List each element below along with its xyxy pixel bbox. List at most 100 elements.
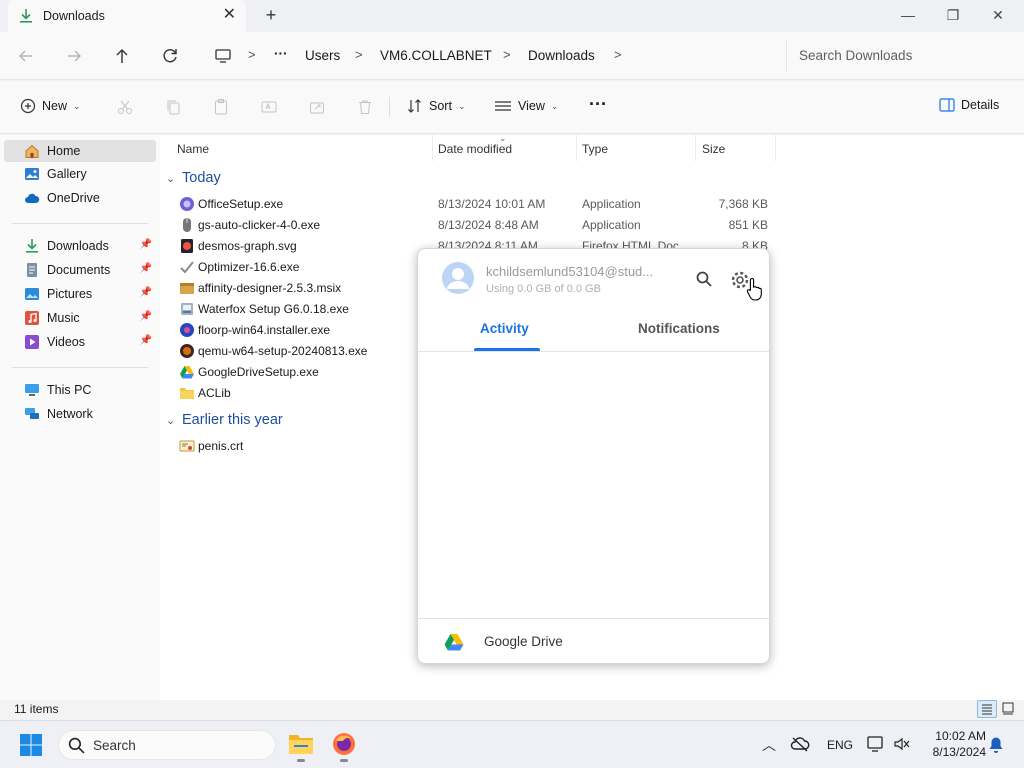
sidebar-item-label: Pictures [47,287,93,301]
view-button[interactable]: View ⌄ [494,98,558,114]
maximize-button[interactable]: ❐ [941,6,965,24]
new-button[interactable]: New ⌄ [20,98,81,114]
column-header-type[interactable]: Type [582,142,608,156]
breadcrumb-more[interactable]: ··· [274,46,288,61]
tab-close-button[interactable]: ✕ [223,7,236,23]
cloud-offline-icon[interactable] [790,736,810,752]
delete-icon[interactable] [356,98,374,116]
breadcrumb-users[interactable]: Users [305,48,340,63]
navigation-bar: > ··· Users > VM6.COLLABNET > Downloads … [0,32,1024,80]
network-status-icon[interactable] [866,735,886,753]
column-header-name[interactable]: Name [177,142,209,156]
column-divider [775,135,776,161]
monitor-icon [214,47,232,65]
minimize-button[interactable]: — [896,6,920,24]
search-input[interactable]: Search Downloads [786,40,1018,72]
see-more-button[interactable]: ··· [589,94,607,115]
notification-bell-icon[interactable] [988,736,1004,754]
file-name: penis.crt [198,439,244,453]
share-icon[interactable] [308,98,326,116]
storage-usage: Using 0.0 GB of 0.0 GB [486,283,601,295]
sidebar-item-home[interactable]: Home [4,140,156,162]
tab-downloads[interactable]: Downloads ✕ [8,0,246,32]
file-type: Application [582,197,641,211]
sidebar-item-gallery[interactable]: Gallery [4,163,156,185]
file-size: 851 KB [728,218,768,232]
sidebar-item-videos[interactable]: Videos 📌 [4,331,156,353]
gallery-icon [25,168,39,180]
clock[interactable]: 10:02 AM 8/13/2024 [922,728,986,760]
installer-icon [181,303,193,315]
column-header-size[interactable]: Size [702,142,725,156]
tab-activity[interactable]: Activity [480,321,529,336]
sidebar-item-this-pc[interactable]: This PC [4,379,156,401]
tab-notifications[interactable]: Notifications [638,321,720,336]
up-button[interactable] [110,44,134,68]
pc-icon [25,384,39,396]
sidebar-item-documents[interactable]: Documents 📌 [4,259,156,281]
sidebar-item-music[interactable]: Music 📌 [4,307,156,329]
sidebar-item-onedrive[interactable]: OneDrive [4,187,156,209]
group-header-today[interactable]: ⌄ Today [166,170,221,186]
videos-icon [25,335,39,349]
pictures-icon [25,288,39,300]
pin-icon: 📌 [139,335,152,346]
details-view-button[interactable] [977,700,997,718]
chevron-right-icon: > [614,47,622,62]
column-divider [432,135,433,161]
sidebar-item-downloads[interactable]: Downloads 📌 [4,235,156,257]
tiles-view-button[interactable] [999,700,1019,718]
sidebar-item-label: Downloads [47,239,109,253]
breadcrumb-vm6-collabnet[interactable]: VM6.COLLABNET [380,48,492,63]
new-tab-button[interactable]: + [262,6,280,24]
cut-icon[interactable] [116,98,134,116]
language-indicator[interactable]: ENG [827,738,853,752]
divider [418,618,769,619]
google-drive-icon [180,366,194,379]
sort-icon [408,99,421,113]
close-window-button[interactable]: ✕ [986,6,1010,24]
sort-button[interactable]: Sort ⌄ [407,98,465,114]
cloud-icon [25,193,40,203]
forward-button[interactable] [62,44,86,68]
chevron-right-icon: > [503,47,511,62]
copy-icon[interactable] [164,98,182,116]
file-name: floorp-win64.installer.exe [198,323,331,337]
divider [389,97,390,117]
list-item[interactable]: gs-auto-clicker-4-0.exe 8/13/2024 8:48 A… [176,215,776,236]
sidebar-item-pictures[interactable]: Pictures 📌 [4,283,156,305]
clock-date: 8/13/2024 [932,745,986,759]
taskbar-file-explorer[interactable] [288,732,314,762]
avatar [442,262,474,294]
paste-icon[interactable] [212,98,230,116]
search-icon[interactable] [696,271,712,287]
volume-muted-icon[interactable] [893,736,911,752]
list-item[interactable]: OfficeSetup.exe 8/13/2024 10:01 AM Appli… [176,194,776,215]
taskbar-firefox[interactable] [332,732,356,762]
sidebar-item-label: Gallery [47,167,87,181]
navigation-pane: Home Gallery OneDrive Downloads 📌 Docume… [0,135,160,700]
details-label: Details [961,98,1000,112]
svg-file-icon [181,239,193,253]
list-view-icon [495,101,511,111]
refresh-button[interactable] [158,44,182,68]
back-button[interactable] [14,44,38,68]
rename-icon[interactable] [260,98,278,116]
taskbar-search-input[interactable]: Search [58,730,276,760]
group-header-earlier-this-year[interactable]: ⌄ Earlier this year [166,412,283,428]
file-name: Waterfox Setup G6.0.18.exe [198,302,349,316]
breadcrumb-downloads[interactable]: Downloads [528,48,595,63]
address-bar[interactable]: > ··· Users > VM6.COLLABNET > Downloads … [200,40,776,72]
mouse-icon [183,218,191,232]
refresh-icon [163,49,177,63]
details-view-icon [982,704,992,715]
file-size: 7,368 KB [718,197,768,211]
sidebar-item-label: Network [47,407,93,421]
start-button[interactable] [20,734,42,756]
column-header-date[interactable]: Date modified [438,142,512,156]
floorp-icon [180,323,194,337]
sidebar-item-network[interactable]: Network [4,403,156,425]
google-drive-link[interactable]: Google Drive [484,634,563,649]
details-button[interactable]: Details [939,98,999,112]
chevron-up-icon[interactable]: ︿ [762,735,776,755]
